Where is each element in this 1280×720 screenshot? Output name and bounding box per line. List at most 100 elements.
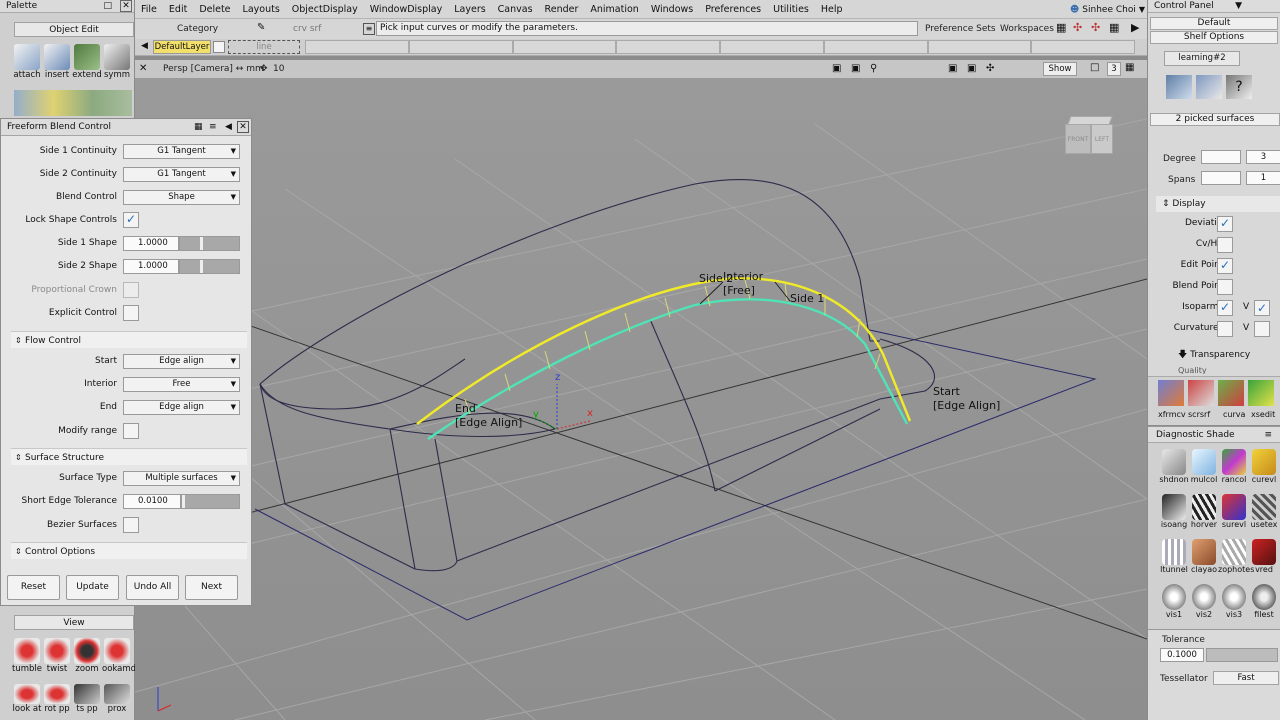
tumble-tool[interactable]: tumble bbox=[12, 638, 42, 674]
xfrmcv-icon[interactable] bbox=[1158, 380, 1184, 406]
layout-icon-1[interactable]: ✣ bbox=[1073, 21, 1082, 34]
transparency-section[interactable]: 🡇 Transparency bbox=[1178, 347, 1250, 363]
scrsrf-icon[interactable] bbox=[1188, 380, 1214, 406]
cube-top-face[interactable] bbox=[1067, 116, 1113, 125]
menu-icon[interactable]: ≡ bbox=[209, 119, 217, 136]
dock-icon[interactable]: ▦ bbox=[194, 119, 203, 136]
menu-delete[interactable]: Delete bbox=[193, 4, 236, 15]
zoom-tool[interactable]: zoom bbox=[72, 638, 102, 674]
preference-sets-button[interactable]: Preference Sets bbox=[925, 24, 996, 34]
more-tools-row[interactable] bbox=[14, 90, 132, 116]
shelf-tool-icon-1[interactable] bbox=[1166, 75, 1192, 99]
cvhull-checkbox[interactable] bbox=[1217, 237, 1233, 253]
curvature-u-checkbox[interactable] bbox=[1217, 321, 1233, 337]
vis1-tool[interactable]: vis1 bbox=[1158, 584, 1190, 620]
side1-shape-field[interactable]: 1.0000 bbox=[123, 235, 179, 251]
side2-shape-field[interactable]: 1.0000 bbox=[123, 258, 179, 274]
show-button[interactable]: Show bbox=[1043, 62, 1077, 76]
start-select[interactable]: Edge align ▼ bbox=[123, 353, 240, 369]
menu-edit[interactable]: Edit bbox=[163, 4, 193, 15]
default-layer[interactable]: DefaultLayer bbox=[153, 40, 211, 54]
view-cube[interactable]: FRONT LEFT bbox=[1065, 114, 1121, 166]
spans-v-field[interactable]: 1 bbox=[1246, 171, 1280, 185]
menu-layouts[interactable]: Layouts bbox=[237, 4, 286, 15]
menu-layers[interactable]: Layers bbox=[448, 4, 491, 15]
ts-pp-tool[interactable]: ts pp bbox=[72, 684, 102, 714]
frame-icon[interactable]: ▣ bbox=[851, 63, 860, 74]
tab-view[interactable]: View bbox=[14, 615, 134, 630]
slider-knob[interactable] bbox=[200, 259, 203, 273]
cube-left-face[interactable]: LEFT bbox=[1091, 124, 1113, 154]
camera-icon[interactable]: ▣ bbox=[832, 63, 841, 74]
layer-arrow-icon[interactable]: ◀ bbox=[141, 41, 148, 51]
vis2-tool[interactable]: vis2 bbox=[1188, 584, 1220, 620]
picked-surfaces-select[interactable]: 2 picked surfaces bbox=[1150, 113, 1280, 126]
curvature-v-checkbox[interactable] bbox=[1254, 321, 1270, 337]
menu-utilities[interactable]: Utilities bbox=[767, 4, 815, 15]
symm-tool[interactable]: symm bbox=[102, 44, 132, 80]
close-icon[interactable]: ✕ bbox=[120, 0, 132, 12]
slider-knob[interactable] bbox=[182, 494, 185, 508]
clayao-tool[interactable]: clayao bbox=[1188, 539, 1220, 575]
explicit-control-checkbox[interactable] bbox=[123, 305, 139, 321]
usetex-tool[interactable]: usetex bbox=[1248, 494, 1280, 530]
tolerance-field[interactable]: 0.1000 bbox=[1160, 648, 1204, 662]
reset-button[interactable]: Reset bbox=[7, 575, 60, 600]
close-icon[interactable]: ✕ bbox=[237, 121, 249, 133]
tab-object-edit[interactable]: Object Edit bbox=[14, 22, 134, 37]
layout-icon-3[interactable]: ▦ bbox=[1109, 21, 1119, 34]
menu-file[interactable]: File bbox=[135, 4, 163, 15]
collapse-icon[interactable]: ◀ bbox=[225, 119, 232, 136]
vred-tool[interactable]: vred bbox=[1248, 539, 1280, 575]
help-icon[interactable]: ? bbox=[1226, 75, 1252, 99]
deviation-checkbox[interactable] bbox=[1217, 216, 1233, 232]
blend-control-select[interactable]: Shape ▼ bbox=[123, 189, 240, 205]
perspective-viewport[interactable]: FRONT LEFT Side 2 Interior [Free] Side 1… bbox=[135, 79, 1147, 720]
layer-slot[interactable] bbox=[823, 40, 928, 54]
degree-u-field[interactable] bbox=[1201, 150, 1241, 164]
layer-slot[interactable] bbox=[927, 40, 1032, 54]
degree-v-field[interactable]: 3 bbox=[1246, 150, 1280, 164]
attach-tool[interactable]: attach bbox=[12, 44, 42, 80]
insert-tool[interactable]: insert bbox=[42, 44, 72, 80]
default-select[interactable]: Default bbox=[1150, 17, 1278, 30]
layer-slot[interactable] bbox=[720, 40, 824, 54]
tolerance-slider[interactable] bbox=[1206, 648, 1278, 662]
fit-icon[interactable]: ▣ bbox=[948, 63, 957, 74]
look-at-tool[interactable]: look at bbox=[12, 684, 42, 714]
update-button[interactable]: Update bbox=[66, 575, 119, 600]
spans-u-field[interactable] bbox=[1201, 171, 1241, 185]
cube-front-face[interactable]: FRONT bbox=[1065, 124, 1091, 154]
shelf-options-select[interactable]: Shelf Options bbox=[1150, 31, 1278, 44]
layer-slot[interactable] bbox=[512, 40, 617, 54]
menu-canvas[interactable]: Canvas bbox=[492, 4, 539, 15]
layout-icon-2[interactable]: ✣ bbox=[1091, 21, 1100, 34]
surface-structure-section[interactable]: ⇕ Surface Structure bbox=[11, 448, 247, 465]
next-button[interactable]: Next bbox=[185, 575, 238, 600]
blend-points-checkbox[interactable] bbox=[1217, 279, 1233, 295]
pin-icon[interactable]: □ bbox=[103, 0, 112, 13]
tessellator-select[interactable]: Fast bbox=[1213, 671, 1279, 685]
layer-visibility-box[interactable] bbox=[213, 41, 225, 53]
surface-type-select[interactable]: Multiple surfaces ▼ bbox=[123, 470, 240, 486]
ookamd-tool[interactable]: ookamd bbox=[102, 638, 136, 674]
mulcol-tool[interactable]: mulcol bbox=[1188, 449, 1220, 485]
workspace-icon[interactable]: ▦ bbox=[1056, 21, 1066, 34]
quad-view-icon[interactable]: ▦ bbox=[1125, 62, 1134, 73]
rancol-tool[interactable]: rancol bbox=[1218, 449, 1250, 485]
layer-slot[interactable] bbox=[408, 40, 513, 54]
twist-tool[interactable]: twist bbox=[42, 638, 72, 674]
horver-tool[interactable]: horver bbox=[1188, 494, 1220, 530]
bezier-checkbox[interactable] bbox=[123, 517, 139, 533]
prox-tool[interactable]: prox bbox=[102, 684, 132, 714]
curva-icon[interactable] bbox=[1218, 380, 1244, 406]
isoparm-v-checkbox[interactable]: ✓ bbox=[1254, 300, 1270, 316]
layer-slot[interactable] bbox=[305, 40, 409, 54]
isoang-tool[interactable]: isoang bbox=[1158, 494, 1190, 530]
menu-render[interactable]: Render bbox=[539, 4, 585, 15]
user-menu[interactable]: ☻ Sinhee Choi ▼ bbox=[1070, 0, 1145, 19]
magnify-icon[interactable]: ⚲ bbox=[870, 63, 877, 74]
modify-range-checkbox[interactable] bbox=[123, 423, 139, 439]
vis3-tool[interactable]: vis3 bbox=[1218, 584, 1250, 620]
shdnon-tool[interactable]: shdnon bbox=[1158, 449, 1190, 485]
